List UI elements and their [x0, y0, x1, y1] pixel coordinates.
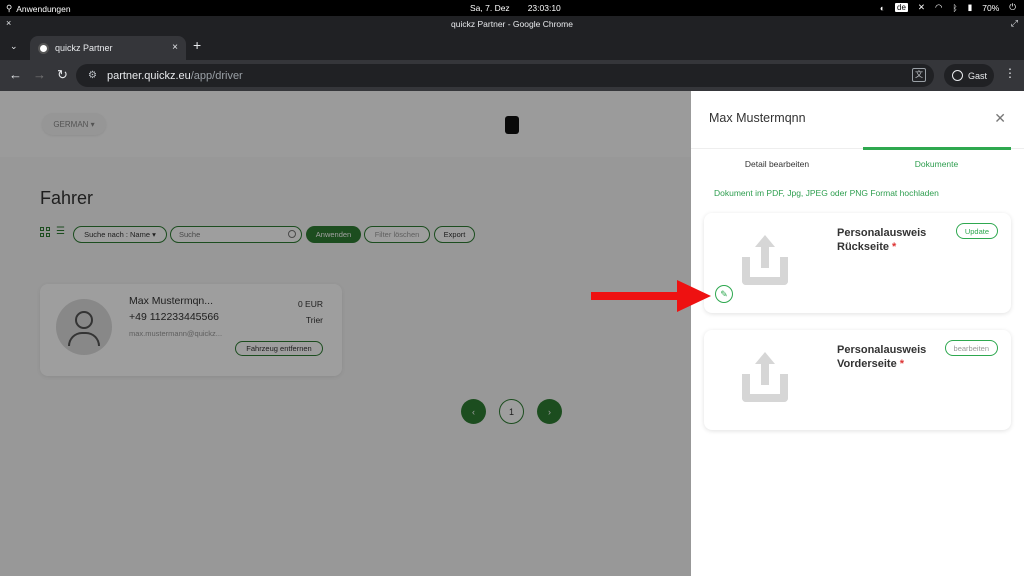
window-titlebar: × quickz Partner - Google Chrome ⤢	[0, 16, 1024, 33]
upload-hint: Dokument im PDF, Jpg, JPEG oder PNG Form…	[714, 188, 939, 198]
new-tab-icon[interactable]: +	[193, 37, 201, 53]
window-maximize-icon[interactable]: ⤢	[1011, 18, 1018, 29]
site-info-icon[interactable]: ⚙	[88, 70, 97, 81]
tab-title: quickz Partner	[55, 43, 113, 53]
forward-icon[interactable]: →	[33, 67, 46, 82]
document-card-back[interactable]: ✎ Personalausweis Rückseite * Update	[704, 213, 1011, 313]
system-bar: ⚲ Anwendungen Sa, 7. Dez 23:03:10 ◐ de ✕…	[0, 0, 1024, 16]
driver-side-panel: Max Mustermqnn ✕ Detail bearbeiten Dokum…	[691, 91, 1024, 576]
active-tab-indicator	[863, 147, 1011, 150]
keyboard-layout[interactable]: de	[895, 3, 908, 12]
mute-icon: ✕	[917, 2, 926, 12]
document-title: Personalausweis Rückseite *	[837, 227, 927, 253]
tab-detail-bearbeiten[interactable]: Detail bearbeiten	[691, 149, 863, 179]
profile-icon	[952, 70, 963, 81]
browser-tab[interactable]: quickz Partner ×	[30, 36, 186, 60]
panel-tabs: Detail bearbeiten Dokumente	[691, 149, 1024, 179]
required-marker: *	[892, 241, 897, 253]
back-icon[interactable]: ←	[9, 67, 22, 82]
document-card-front[interactable]: Personalausweis Vorderseite * bearbeiten	[704, 330, 1011, 430]
favicon-icon	[38, 42, 49, 54]
upload-icon[interactable]	[741, 352, 789, 406]
close-icon[interactable]: ✕	[994, 110, 1006, 127]
address-bar[interactable]: ⚙ partner.quickz.eu/app/driver 文	[76, 64, 934, 87]
url-path: /app/driver	[190, 69, 243, 82]
tab-search-icon[interactable]: ⌄	[10, 41, 18, 52]
edit-icon[interactable]: ✎	[715, 285, 733, 303]
power-icon: ⏻	[1009, 2, 1016, 12]
system-tray[interactable]: ◐ de ✕ ◠ ᛒ ▮ 70% ⏻	[880, 2, 1016, 13]
url-host: partner.quickz.eu	[106, 69, 191, 82]
applications-label: Anwendungen	[16, 3, 71, 14]
profile-label: Gast	[968, 70, 988, 81]
date-text: Sa, 7. Dez	[470, 3, 510, 13]
applications-menu[interactable]: ⚲ Anwendungen	[6, 3, 71, 14]
bluetooth-icon: ᛒ	[952, 2, 958, 13]
translate-icon[interactable]: 文	[912, 68, 926, 82]
tab-dokumente[interactable]: Dokumente	[863, 149, 1010, 179]
edit-button[interactable]: bearbeiten	[944, 340, 998, 356]
modal-backdrop[interactable]	[0, 91, 691, 576]
document-title: Personalausweis Vorderseite *	[837, 344, 927, 370]
browser-toolbar: ← → ↻ ⚙ partner.quickz.eu/app/driver 文 G…	[0, 60, 1024, 91]
battery-icon: ▮	[967, 2, 973, 12]
panel-title: Max Mustermqnn	[709, 111, 806, 125]
tab-close-icon[interactable]: ×	[172, 42, 178, 53]
tab-strip: ⌄ quickz Partner × +	[0, 33, 1024, 60]
profile-button[interactable]: Gast	[944, 64, 994, 87]
required-marker: *	[899, 358, 905, 370]
time-text: 23:03:10	[527, 3, 561, 13]
battery-percent: 70%	[982, 2, 1000, 13]
search-icon: ⚲	[6, 3, 13, 13]
wifi-icon: ◠	[935, 2, 943, 12]
menu-icon[interactable]: ⋮	[1004, 66, 1016, 80]
clock[interactable]: Sa, 7. Dez 23:03:10	[470, 3, 561, 13]
upload-icon[interactable]	[741, 235, 789, 289]
update-button[interactable]: Update	[955, 223, 998, 239]
reload-icon[interactable]: ↻	[57, 67, 68, 83]
window-title: quickz Partner - Google Chrome	[451, 19, 573, 29]
annotation-arrow-icon	[591, 280, 711, 312]
contrast-icon: ◐	[879, 2, 885, 13]
